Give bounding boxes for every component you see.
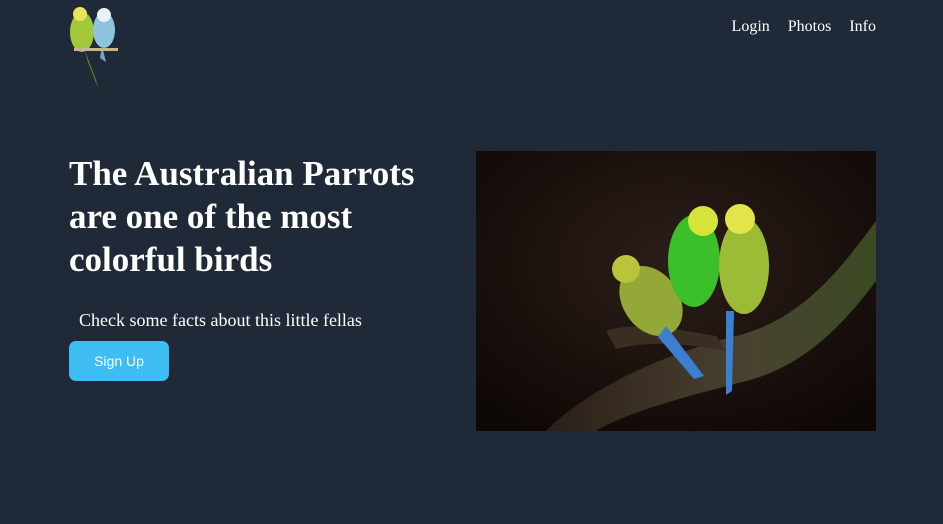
main-nav: Login Photos Info (732, 18, 876, 36)
signup-button[interactable]: Sign Up (69, 341, 169, 381)
nav-login[interactable]: Login (732, 18, 770, 36)
nav-info[interactable]: Info (849, 18, 876, 36)
nav-photos[interactable]: Photos (788, 18, 832, 36)
hero-title: The Australian Parrots are one of the mo… (69, 154, 415, 279)
budgies-logo-icon (70, 7, 118, 88)
hero-subtitle: Check some facts about this little fella… (79, 310, 362, 330)
logo[interactable] (66, 4, 122, 88)
parrots-photo (476, 151, 876, 431)
